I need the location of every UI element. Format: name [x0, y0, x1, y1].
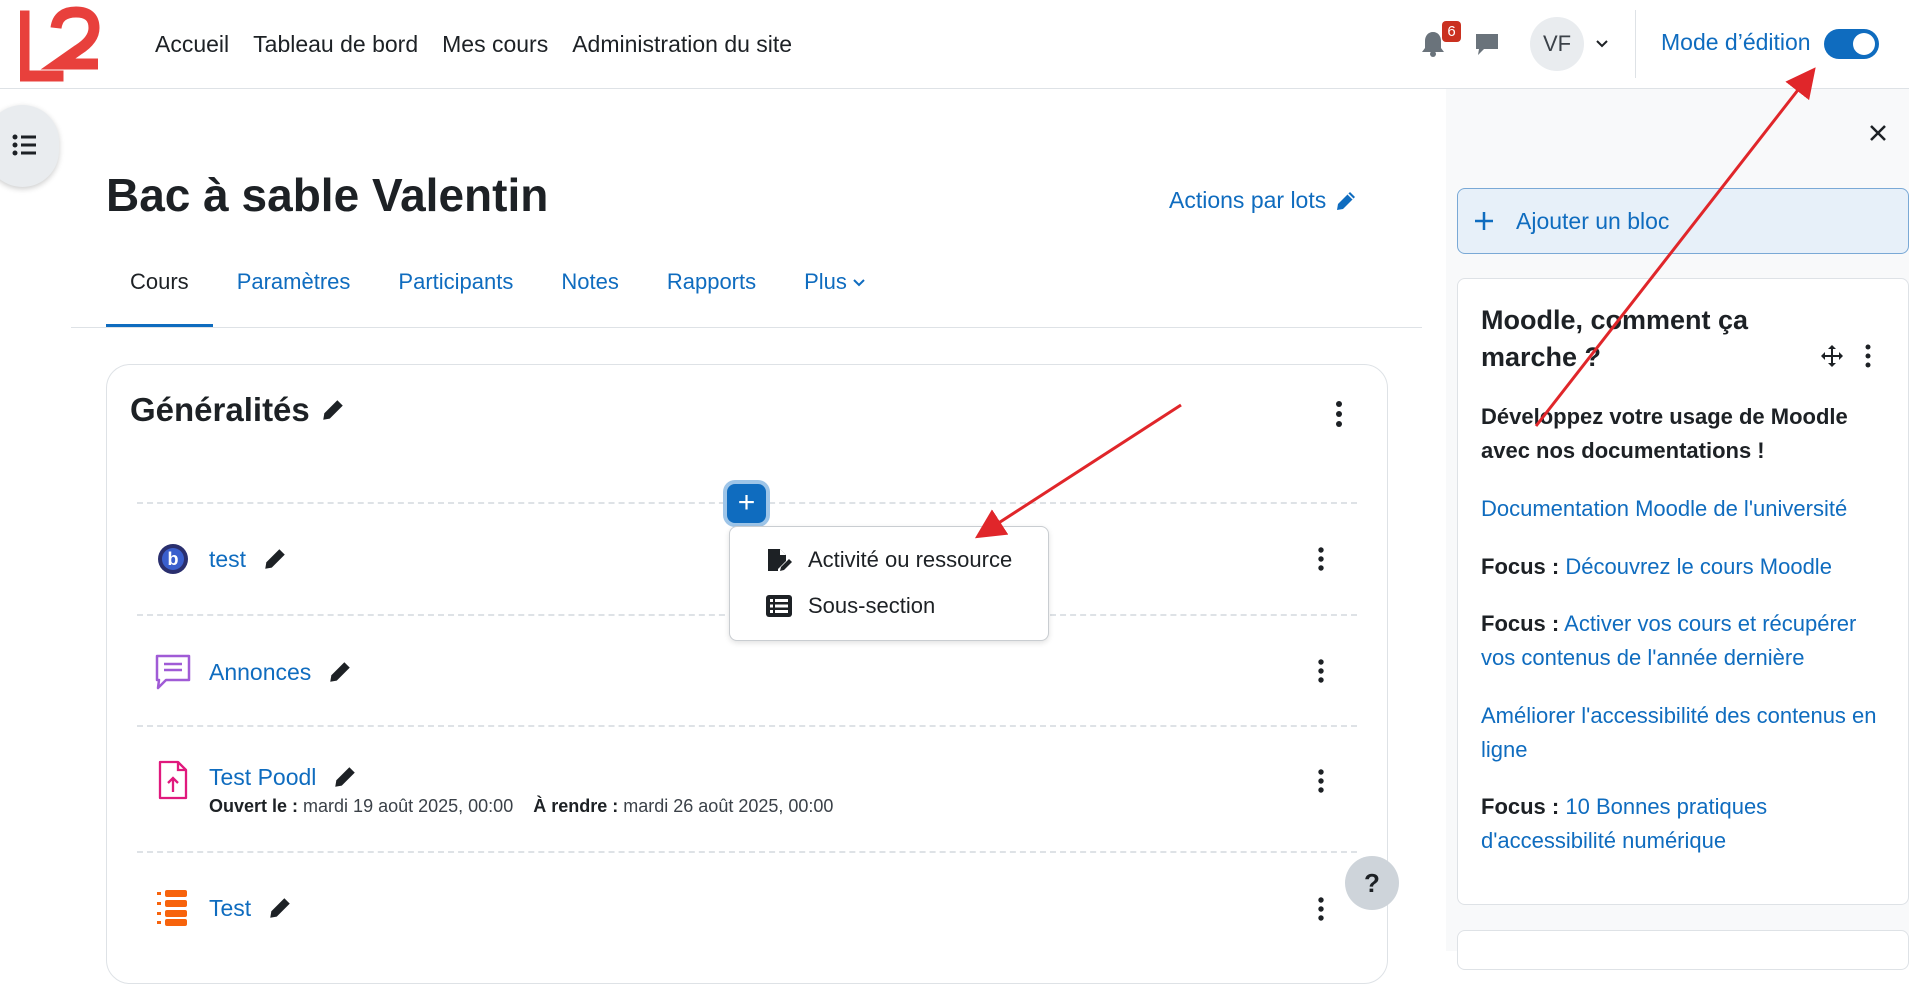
open-date-label: Ouvert le : — [209, 796, 299, 816]
add-block-label[interactable]: Ajouter un bloc — [1516, 208, 1669, 235]
tab-more[interactable]: Plus — [780, 262, 890, 328]
activity-item: b test — [157, 543, 288, 575]
activity-divider — [137, 725, 1357, 727]
block-link[interactable]: Documentation Moodle de l'université — [1481, 492, 1891, 526]
due-date-label: À rendre : — [533, 796, 619, 816]
activity-name-link[interactable]: Test Poodl — [209, 764, 316, 791]
edit-activity-pencil-icon[interactable] — [267, 895, 293, 921]
plus-icon — [1475, 212, 1493, 230]
tabs-divider — [71, 327, 1422, 328]
open-date-value: mardi 19 août 2025, 00:00 — [303, 796, 514, 816]
top-navbar: Accueil Tableau de bord Mes cours Admini… — [0, 0, 1909, 89]
due-date-value: mardi 26 août 2025, 00:00 — [623, 796, 834, 816]
messages-icon[interactable] — [1474, 31, 1500, 57]
close-drawer-icon[interactable] — [1866, 121, 1890, 145]
add-content-menu: Activité ou ressource Sous-section — [729, 526, 1049, 641]
user-menu-chevron-down-icon[interactable] — [1594, 36, 1610, 52]
block-subtitle: Développez votre usage de Moodle avec no… — [1481, 404, 1848, 463]
activity-name-link[interactable]: Annonces — [209, 659, 311, 686]
svg-text:b: b — [168, 549, 179, 569]
activity-item: Test — [157, 890, 293, 926]
activity-actions-kebab-icon[interactable] — [1316, 768, 1326, 796]
tab-course[interactable]: Cours — [106, 262, 213, 328]
list-icon — [12, 134, 36, 156]
bulk-actions-label[interactable]: Actions par lots — [1169, 187, 1326, 214]
nav-home[interactable]: Accueil — [143, 31, 241, 58]
list-icon — [766, 595, 792, 617]
tab-grades[interactable]: Notes — [537, 262, 642, 328]
next-block — [1457, 930, 1909, 970]
navbar-divider — [1635, 10, 1636, 78]
activity-divider — [137, 851, 1357, 853]
activity-item: Test Poodl — [157, 760, 358, 800]
help-button[interactable]: ? — [1345, 856, 1399, 910]
block-title: Moodle, comment ça marche ? — [1481, 305, 1749, 372]
block-link[interactable]: Focus : Activer vos cours et récupérer v… — [1481, 607, 1891, 675]
section-title-text: Généralités — [130, 391, 310, 428]
nav-my-courses[interactable]: Mes cours — [430, 31, 560, 58]
nav-site-admin[interactable]: Administration du site — [560, 31, 804, 58]
menu-item-label[interactable]: Activité ou ressource — [808, 547, 1012, 573]
block-controls — [1820, 344, 1872, 368]
forum-icon — [155, 654, 191, 690]
course-title: Bac à sable Valentin — [106, 169, 549, 221]
edit-mode-label[interactable]: Mode d’édition — [1661, 29, 1811, 56]
block-actions-kebab-icon[interactable] — [1864, 344, 1872, 368]
edit-activity-pencil-icon[interactable] — [327, 659, 353, 685]
move-icon[interactable] — [1820, 344, 1844, 368]
pencil-icon — [1337, 191, 1356, 210]
primary-navigation: Accueil Tableau de bord Mes cours Admini… — [143, 0, 804, 89]
tab-settings[interactable]: Paramètres — [213, 262, 375, 328]
block-link[interactable]: Focus : 10 Bonnes pratiques d'accessibil… — [1481, 790, 1891, 858]
nav-dashboard[interactable]: Tableau de bord — [241, 31, 430, 58]
course-tabs: Cours Paramètres Participants Notes Rapp… — [106, 262, 890, 328]
add-block-button[interactable]: Ajouter un bloc — [1457, 188, 1909, 254]
bigbluebutton-icon: b — [158, 544, 188, 574]
activity-actions-kebab-icon[interactable] — [1316, 896, 1326, 924]
chevron-down-icon — [853, 279, 865, 287]
bulk-actions-link[interactable]: Actions par lots — [1169, 187, 1358, 214]
block-link[interactable]: Améliorer l'accessibilité des contenus e… — [1481, 699, 1891, 767]
quiz-icon — [157, 890, 187, 926]
menu-item-label[interactable]: Sous-section — [808, 593, 935, 619]
add-content-button[interactable]: + — [727, 484, 766, 523]
assignment-icon — [158, 760, 188, 800]
activity-actions-kebab-icon[interactable] — [1316, 546, 1326, 574]
tab-participants[interactable]: Participants — [374, 262, 537, 328]
activity-name-link[interactable]: Test — [209, 895, 251, 922]
edit-section-pencil-icon[interactable] — [320, 397, 346, 423]
block-link[interactable]: Focus : Découvrez le cours Moodle — [1481, 550, 1891, 584]
edit-mode-toggle[interactable] — [1824, 29, 1879, 59]
activity-actions-kebab-icon[interactable] — [1316, 658, 1326, 686]
edit-activity-pencil-icon[interactable] — [332, 764, 358, 790]
file-edit-icon — [768, 549, 792, 571]
tab-reports[interactable]: Rapports — [643, 262, 780, 328]
activity-name-link[interactable]: test — [209, 546, 246, 573]
course-index-toggle-button[interactable] — [0, 105, 59, 187]
section-title: Généralités — [130, 391, 346, 429]
edit-activity-pencil-icon[interactable] — [262, 546, 288, 572]
site-logo[interactable] — [20, 6, 102, 82]
activity-item: Annonces — [154, 653, 353, 691]
activity-dates: Ouvert le : mardi 19 août 2025, 00:00 À … — [209, 796, 833, 817]
notification-count-badge: 6 — [1442, 21, 1461, 42]
menu-item-activity-resource[interactable]: Activité ou ressource — [766, 547, 1012, 573]
user-avatar[interactable]: VF — [1530, 17, 1584, 71]
menu-item-subsection[interactable]: Sous-section — [766, 593, 935, 619]
section-actions-kebab-icon[interactable] — [1334, 400, 1344, 428]
